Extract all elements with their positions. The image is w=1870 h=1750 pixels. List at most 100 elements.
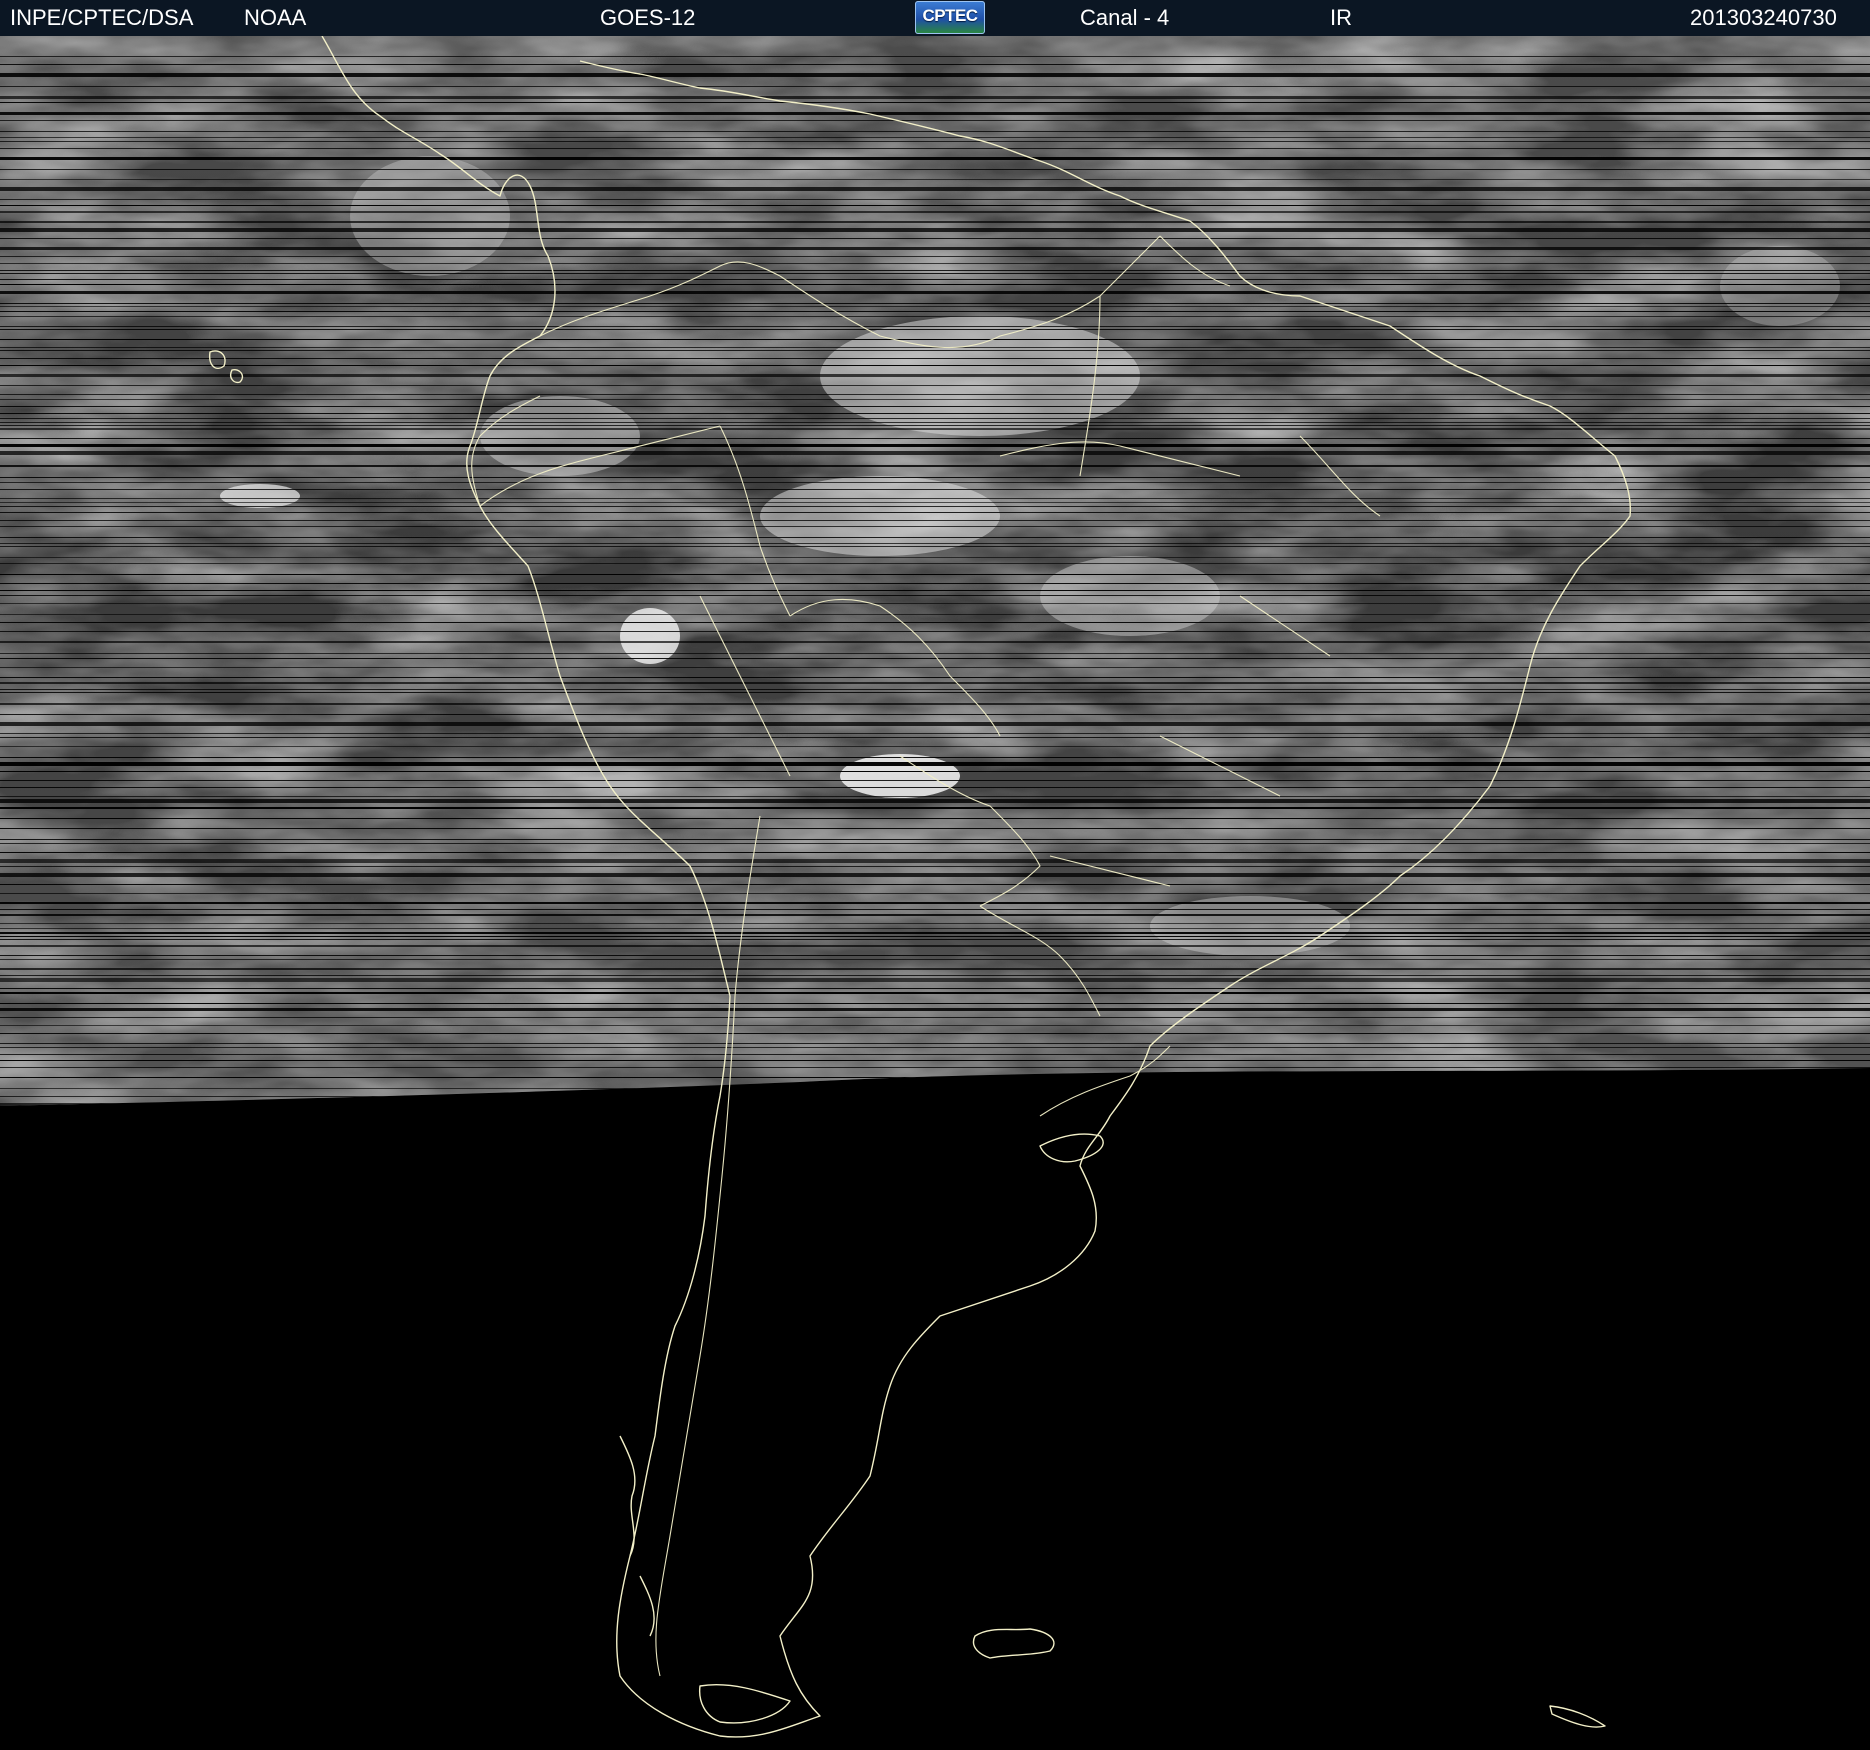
scanline xyxy=(0,631,1870,632)
scanline xyxy=(0,622,1870,623)
scanline xyxy=(0,839,1870,840)
scanline xyxy=(0,689,1870,690)
scanline xyxy=(0,914,1870,916)
scanline xyxy=(0,477,1870,478)
scanline xyxy=(0,339,1870,340)
scanline xyxy=(0,574,1870,575)
scanline xyxy=(0,273,1870,274)
scanline xyxy=(0,205,1870,206)
scanline xyxy=(0,733,1870,734)
scanline xyxy=(0,169,1870,170)
scanline xyxy=(0,112,1870,115)
scanline xyxy=(0,73,1870,77)
satellite-map-svg xyxy=(0,36,1870,1750)
scanline xyxy=(0,1003,1870,1004)
scanline xyxy=(0,757,1870,758)
scanline xyxy=(0,413,1870,414)
scanline xyxy=(0,148,1870,149)
cloud-field xyxy=(0,36,1870,1106)
scanline xyxy=(0,762,1870,766)
scanline xyxy=(0,422,1870,423)
source-label: NOAA xyxy=(244,5,307,30)
scanline xyxy=(0,677,1870,678)
scanline xyxy=(0,394,1870,395)
scanline xyxy=(0,329,1870,330)
scanline xyxy=(0,428,1870,430)
scanline xyxy=(0,563,1870,564)
scanline xyxy=(0,96,1870,99)
scanline xyxy=(0,595,1870,596)
scanline xyxy=(0,406,1870,407)
scanline xyxy=(0,399,1870,400)
scanline xyxy=(0,365,1870,366)
scanline xyxy=(0,374,1870,377)
scanline xyxy=(0,936,1870,937)
scanline xyxy=(0,787,1870,788)
scanline xyxy=(0,780,1870,781)
scanline xyxy=(0,818,1870,819)
scanline xyxy=(0,866,1870,867)
scanline xyxy=(0,975,1870,976)
scanline xyxy=(0,1054,1870,1055)
scanline xyxy=(0,444,1870,447)
scanline xyxy=(0,502,1870,503)
scanline xyxy=(0,311,1870,312)
scanline xyxy=(0,988,1870,989)
scanline xyxy=(0,828,1870,829)
scanline xyxy=(0,884,1870,885)
scanline xyxy=(0,418,1870,419)
scanline xyxy=(0,667,1870,668)
scanline xyxy=(0,799,1870,803)
scanline xyxy=(0,932,1870,934)
scanline xyxy=(0,546,1870,547)
scanline xyxy=(0,306,1870,307)
scanline xyxy=(0,959,1870,960)
scanline xyxy=(0,692,1870,693)
scanline xyxy=(0,425,1870,426)
scanline xyxy=(0,714,1870,715)
scanline xyxy=(0,893,1870,894)
channel-label: Canal - 4 xyxy=(1080,5,1170,30)
timestamp-label: 201303240730 xyxy=(1690,5,1837,30)
scanline xyxy=(0,284,1870,285)
scanline xyxy=(0,1025,1870,1026)
scanline xyxy=(0,316,1870,317)
scanline xyxy=(0,263,1870,264)
scanline xyxy=(0,1060,1870,1061)
scanline xyxy=(0,489,1870,490)
scanline xyxy=(0,859,1870,863)
scanline xyxy=(0,653,1870,654)
scanline xyxy=(0,211,1870,213)
scanline xyxy=(0,590,1870,591)
scanline xyxy=(0,247,1870,250)
scanline xyxy=(0,506,1870,507)
scanline xyxy=(0,807,1870,809)
scanline xyxy=(0,64,1870,65)
scanline xyxy=(0,873,1870,877)
scanline xyxy=(0,451,1870,455)
scanline xyxy=(0,1047,1870,1048)
satellite-image xyxy=(0,36,1870,1750)
scanline xyxy=(0,978,1870,982)
scanline xyxy=(0,771,1870,772)
scanline xyxy=(0,303,1870,304)
scanline xyxy=(0,641,1870,643)
scanline xyxy=(0,939,1870,940)
scanline xyxy=(0,928,1870,929)
scanline xyxy=(0,221,1870,223)
scanline xyxy=(0,902,1870,904)
scanline xyxy=(0,326,1870,327)
scanline xyxy=(0,131,1870,132)
scanline xyxy=(0,520,1870,521)
scanline xyxy=(0,852,1870,853)
scanline xyxy=(0,737,1870,738)
scanline xyxy=(0,86,1870,87)
image-header-bar: INPE/CPTEC/DSA NOAA GOES-12 CPTEC Canal … xyxy=(0,0,1870,37)
scanline xyxy=(0,179,1870,180)
scanline xyxy=(0,526,1870,527)
satellite-label: GOES-12 xyxy=(600,5,696,30)
scanline xyxy=(0,658,1870,659)
logo-text: CPTEC xyxy=(922,6,978,25)
scanline xyxy=(0,482,1870,483)
scanline xyxy=(0,256,1870,257)
